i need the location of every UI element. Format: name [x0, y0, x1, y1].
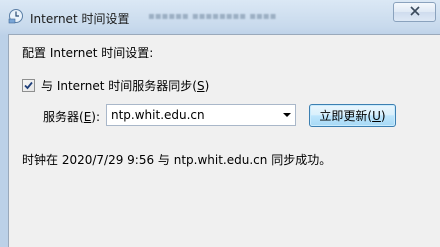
- title-bar[interactable]: Internet 时间设置 ▪▪▪▪▪▪ ▪▪▪▪▪▪▪▪ ▪▪▪▪: [0, 0, 440, 34]
- checkmark-icon: [24, 81, 33, 90]
- dialog-window: Internet 时间设置 ▪▪▪▪▪▪ ▪▪▪▪▪▪▪▪ ▪▪▪▪ 配置 In…: [0, 0, 440, 247]
- sync-status-text: 时钟在 2020/7/29 9:56 与 ntp.whit.edu.cn 同步成…: [22, 153, 332, 167]
- close-button[interactable]: [393, 2, 436, 22]
- sync-checkbox[interactable]: [22, 79, 35, 92]
- dialog-content: 配置 Internet 时间设置: 与 Internet 时间服务器同步(S) …: [8, 34, 440, 247]
- update-now-button[interactable]: 立即更新(U): [309, 104, 396, 127]
- server-value[interactable]: ntp.whit.edu.cn: [111, 108, 205, 122]
- section-heading: 配置 Internet 时间设置:: [22, 46, 154, 60]
- server-label: 服务器(E):: [43, 110, 101, 124]
- chevron-down-icon[interactable]: [283, 113, 291, 117]
- sync-checkbox-label[interactable]: 与 Internet 时间服务器同步(S): [41, 77, 209, 94]
- server-combobox[interactable]: ntp.whit.edu.cn: [106, 104, 296, 126]
- close-icon: [409, 5, 421, 19]
- background-ghost-text: ▪▪▪▪▪▪ ▪▪▪▪▪▪▪▪ ▪▪▪▪: [148, 11, 277, 22]
- clock-globe-icon: [8, 8, 24, 24]
- sync-option[interactable]: 与 Internet 时间服务器同步(S): [22, 77, 209, 94]
- window-title: Internet 时间设置: [30, 12, 130, 26]
